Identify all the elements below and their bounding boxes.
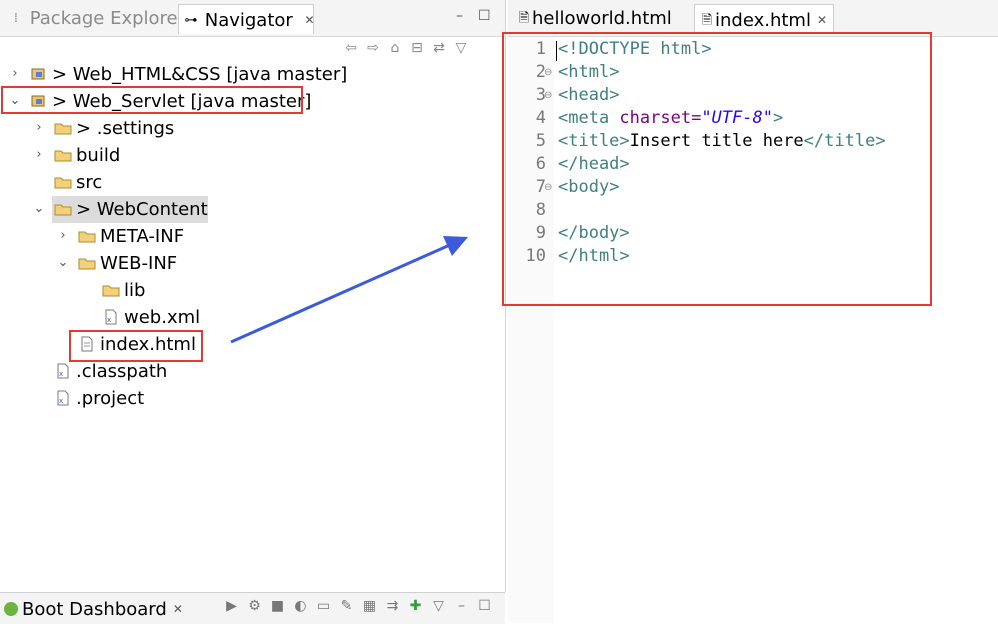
highlight-box-editor xyxy=(502,32,932,306)
tab-helloworld-html[interactable]: 🗎 helloworld.html xyxy=(512,4,690,34)
close-icon[interactable]: ✕ xyxy=(817,13,827,27)
tab-index-label: index.html xyxy=(715,10,811,31)
html-file-icon: 🗎 xyxy=(518,11,530,26)
tab-index-html[interactable]: 🗎 index.html ✕ xyxy=(694,4,834,34)
tab-helloworld-label: helloworld.html xyxy=(532,8,672,29)
